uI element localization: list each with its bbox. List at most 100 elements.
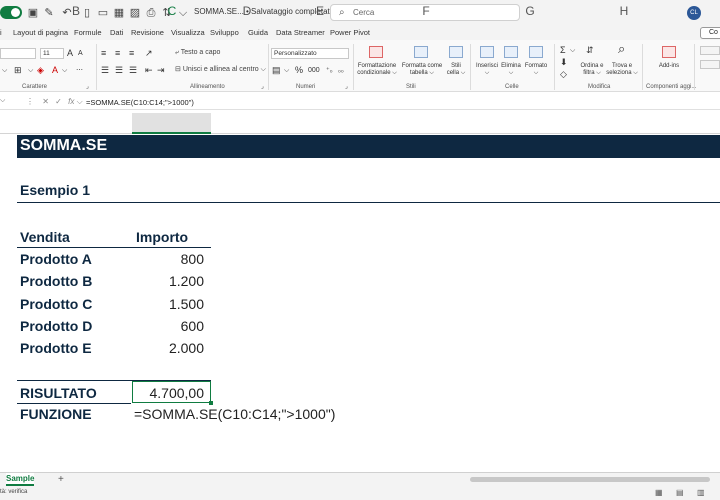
tab-view[interactable]: Visualizza [171, 28, 205, 37]
find-select-label[interactable]: Trova e seleziona ⌵ [605, 63, 639, 77]
page-break-view-icon[interactable]: ▥ [697, 488, 705, 497]
table-icon[interactable]: ▦ [112, 6, 126, 20]
tab-page-layout[interactable]: Layout di pagina [13, 28, 68, 37]
header-vendita[interactable]: Vendita [20, 229, 70, 245]
alignment-launcher-icon[interactable]: ⌟ [261, 82, 264, 92]
formula-input[interactable]: =SOMMA.SE(C10:C14;">1000") [86, 98, 194, 107]
table-row-amount[interactable]: 2.000 [132, 340, 204, 356]
addins-icon[interactable] [662, 46, 676, 58]
number-format-select[interactable]: Personalizzato [271, 48, 349, 59]
tab-power-pivot[interactable]: Power Pivot [330, 28, 370, 37]
table-row-product[interactable]: Prodotto E [20, 340, 92, 356]
result-value[interactable]: 4.700,00 [132, 385, 205, 401]
font-color-icon[interactable]: A [52, 65, 58, 75]
font-size-select[interactable]: 11 [40, 48, 64, 59]
table-row-amount[interactable]: 800 [132, 251, 204, 267]
delete-cells-icon[interactable] [504, 46, 518, 58]
font-color-dropdown-icon[interactable]: ⌵ [62, 66, 67, 76]
align-left-icon[interactable]: ☰ [101, 65, 109, 75]
format-table-icon[interactable] [414, 46, 428, 58]
tab-help[interactable]: Guida [248, 28, 268, 37]
increase-decimal-icon[interactable]: ⁺₀ [326, 66, 333, 76]
currency-icon[interactable]: ▤ [272, 65, 281, 75]
insert-function-icon[interactable]: fx [68, 97, 74, 106]
currency-dropdown-icon[interactable]: ⌵ [284, 66, 289, 76]
function-text[interactable]: =SOMMA.SE(C10:C14;">1000") [134, 406, 335, 422]
normal-view-icon[interactable]: ▦ [655, 488, 663, 497]
result-label[interactable]: RISULTATO [20, 385, 97, 401]
avatar[interactable]: CL [687, 6, 701, 20]
partial-ribbon-button[interactable] [700, 60, 720, 69]
increase-font-icon[interactable]: A [67, 48, 73, 58]
sort-filter-label[interactable]: Ordina e filtra ⌵ [578, 63, 606, 77]
addins-label[interactable]: Add-ins [650, 63, 688, 70]
share-button[interactable]: Co [700, 27, 720, 39]
column-header-f[interactable]: F [416, 4, 436, 18]
align-center-icon[interactable]: ☰ [115, 65, 123, 75]
decrease-decimal-icon[interactable]: ₀₀ [338, 66, 344, 76]
cell-styles-icon[interactable] [449, 46, 463, 58]
section-title[interactable]: Esempio 1 [20, 182, 90, 198]
enter-icon[interactable]: ✓ [55, 97, 62, 106]
picture-icon[interactable]: ▨ [128, 6, 142, 20]
align-top-icon[interactable]: ≡ [101, 48, 106, 58]
orientation-icon[interactable]: ↗ [145, 48, 153, 58]
wrap-text-button[interactable]: ⤶ Testo a capo [175, 48, 220, 58]
status-accessibility[interactable]: tà: verifica [0, 489, 27, 495]
format-cells-label[interactable]: Formato ⌵ [523, 63, 549, 77]
column-header-g[interactable]: G [520, 4, 540, 18]
table-row-amount[interactable]: 1.500 [132, 296, 204, 312]
format-cells-icon[interactable] [529, 46, 543, 58]
print-icon[interactable]: ⎙ [144, 6, 158, 20]
autosum-icon[interactable]: Σ [560, 45, 566, 55]
title-band[interactable] [17, 135, 720, 158]
function-label[interactable]: FUNZIONE [20, 406, 92, 422]
tab-formulas[interactable]: Formule [74, 28, 102, 37]
tab-data-streamer[interactable]: Data Streamer [276, 28, 325, 37]
name-box-dropdown[interactable]: ⌵ [0, 97, 22, 109]
conditional-format-label[interactable]: Formattazione condizionale ⌵ [356, 63, 398, 77]
table-row-product[interactable]: Prodotto A [20, 251, 92, 267]
add-sheet-button[interactable]: + [58, 473, 64, 486]
column-header-h[interactable]: H [614, 4, 634, 18]
page-layout-view-icon[interactable]: ▤ [676, 488, 684, 497]
cell-styles-label[interactable]: Stili cella ⌵ [444, 63, 468, 77]
tab-review[interactable]: Revisione [131, 28, 164, 37]
header-importo[interactable]: Importo [136, 229, 188, 245]
borders-dropdown-icon[interactable]: ⌵ [28, 66, 33, 76]
save-icon[interactable]: ▣ [26, 6, 40, 20]
font-launcher-icon[interactable]: ⌟ [86, 82, 89, 92]
percent-icon[interactable]: % [295, 65, 303, 75]
table-row-amount[interactable]: 1.200 [132, 273, 204, 289]
table-row-product[interactable]: Prodotto D [20, 318, 92, 334]
merge-center-button[interactable]: ⊟ Unisci e allinea al centro ⌵ [175, 65, 266, 75]
open-file-icon[interactable]: ▭ [96, 6, 110, 20]
borders-icon[interactable]: ⊞ [14, 65, 22, 75]
sort-filter-icon[interactable]: ⇵ [586, 45, 594, 55]
partial-ribbon-button[interactable] [700, 46, 720, 55]
autosum-dropdown-icon[interactable]: ⌵ [570, 46, 575, 56]
table-row-amount[interactable]: 600 [132, 318, 204, 334]
autosave-toggle[interactable] [0, 6, 22, 19]
sheet-tab-sample[interactable]: Sample [6, 473, 34, 486]
delete-cells-label[interactable]: Elimina ⌵ [499, 63, 523, 77]
insert-cells-label[interactable]: Inserisci ⌵ [474, 63, 500, 77]
decrease-indent-icon[interactable]: ⇤ [145, 65, 153, 75]
cancel-icon[interactable]: ✕ [42, 97, 49, 106]
column-header-e[interactable]: E [310, 4, 330, 18]
edit-icon[interactable]: ✎ [42, 6, 56, 20]
underline-dropdown-icon[interactable]: ⌵ [2, 66, 7, 76]
more-font-icon[interactable]: ⋯ [76, 66, 83, 76]
column-header-d[interactable]: D [237, 4, 257, 18]
fill-icon[interactable]: ⬇ [560, 57, 568, 67]
column-header-c[interactable]: C [162, 4, 182, 18]
number-launcher-icon[interactable]: ⌟ [345, 82, 348, 92]
formula-dropdown-icon[interactable]: ⌵ [77, 97, 83, 106]
fill-color-icon[interactable]: ◈ [37, 65, 44, 75]
increase-indent-icon[interactable]: ⇥ [157, 65, 165, 75]
font-name-select[interactable] [0, 48, 36, 59]
thousands-icon[interactable]: 000 [308, 66, 320, 76]
conditional-format-icon[interactable] [369, 46, 383, 58]
insert-cells-icon[interactable] [480, 46, 494, 58]
tab-partial[interactable]: i [0, 28, 2, 37]
